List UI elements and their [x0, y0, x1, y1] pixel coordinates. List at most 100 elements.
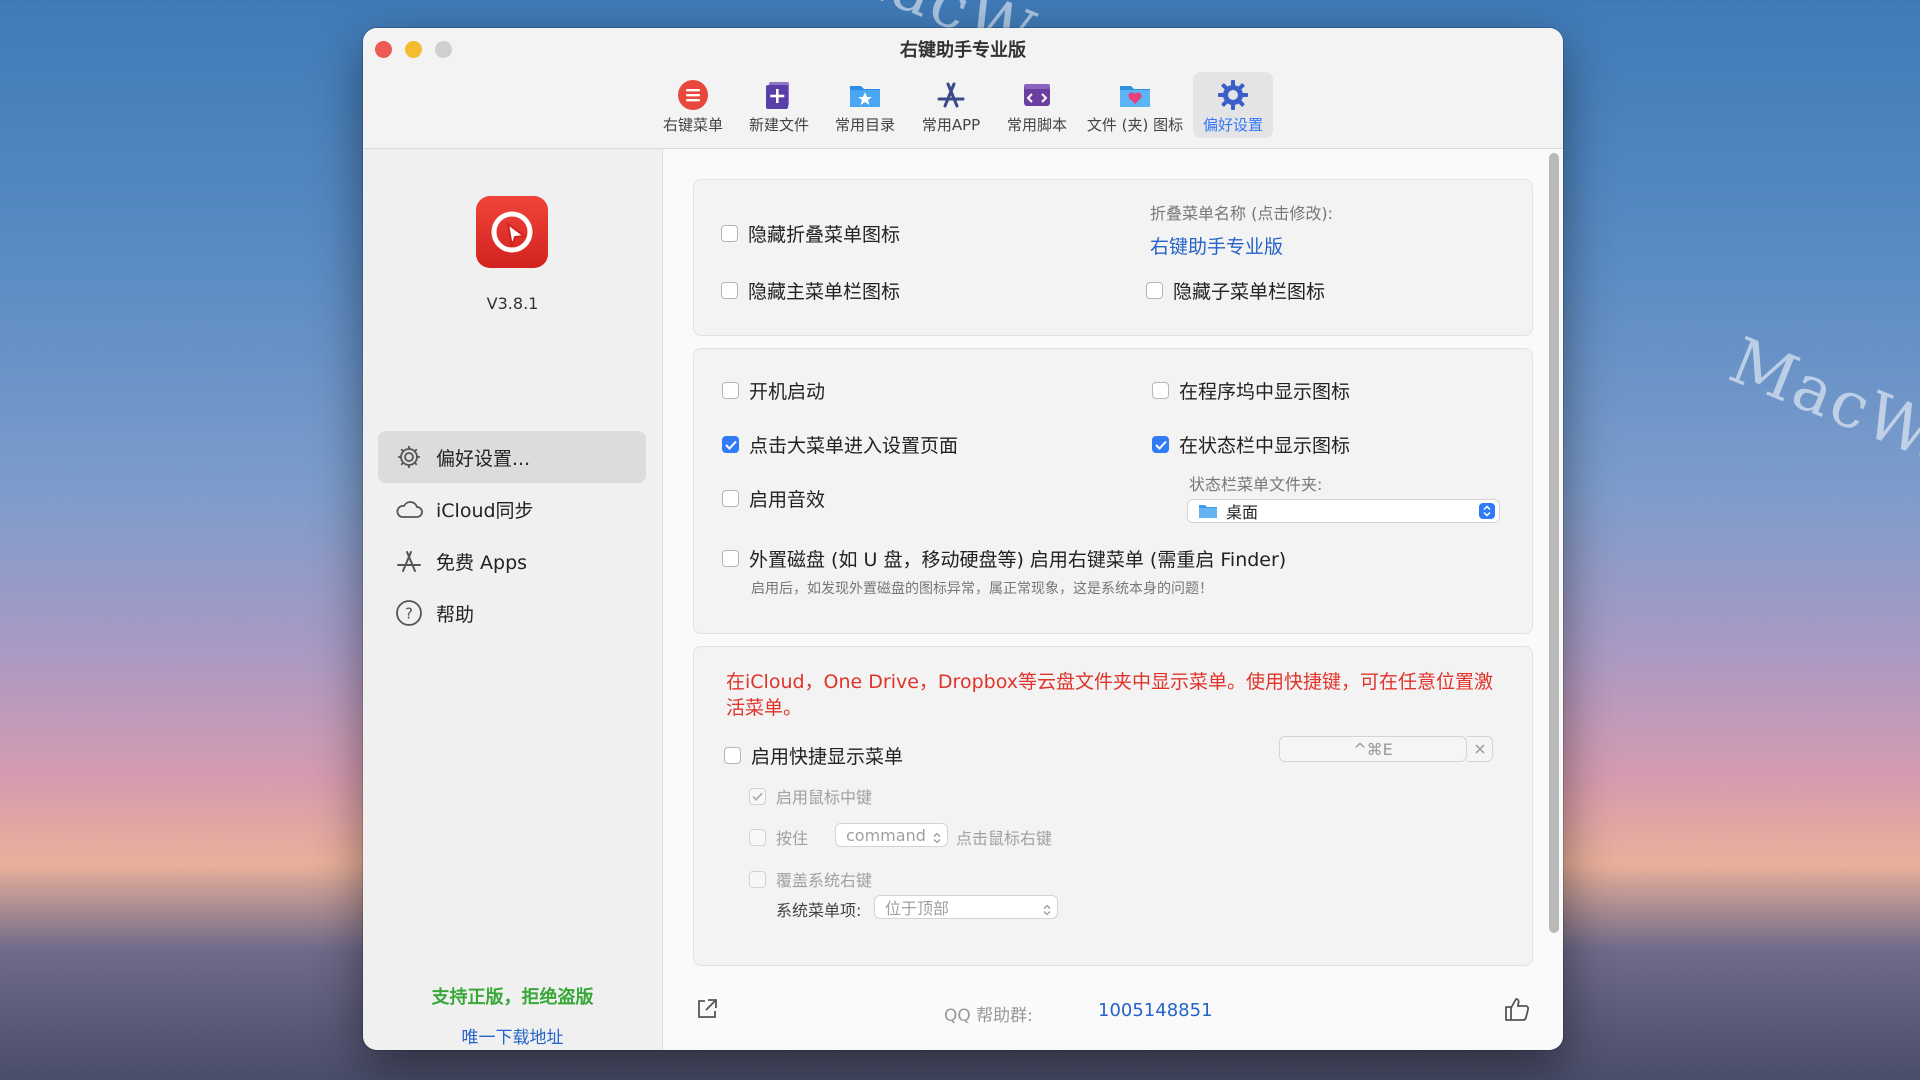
select-value: 位于顶部 [885, 899, 950, 918]
tab-context-menu[interactable]: 右键菜单 [653, 72, 733, 138]
app-logo-icon [476, 196, 548, 268]
download-link[interactable]: 唯一下载地址 [363, 1023, 662, 1048]
thumbs-up-icon [1505, 998, 1530, 1021]
tab-folder-icons[interactable]: 文件 (夹) 图标 [1083, 72, 1187, 138]
statusbar-folder-label: 状态栏菜单文件夹: [1189, 475, 1323, 494]
shortcut-value: ^⌘E [1353, 739, 1393, 759]
enable-shortcut-option[interactable]: 启用快捷显示菜单 [724, 742, 903, 769]
folder-icon [1198, 503, 1218, 519]
show-in-statusbar-option[interactable]: 在状态栏中显示图标 [1152, 431, 1350, 458]
override-right-click-option[interactable]: 覆盖系统右键 [749, 867, 872, 891]
click-big-menu-option[interactable]: 点击大菜单进入设置页面 [722, 431, 958, 458]
toolbar: 右键菜单 新建文件 常用目录 常用APP 常用脚本 文件 (夹) 图标 偏好设置 [363, 72, 1563, 144]
external-disk-note: 启用后，如发现外置磁盘的图标异常，属正常现象，这是系统本身的问题！ [751, 581, 1213, 597]
show-in-dock-option[interactable]: 在程序坞中显示图标 [1152, 377, 1350, 404]
qq-group-number[interactable]: 1005148851 [1098, 1000, 1213, 1021]
footer: QQ 帮助群: 1005148851 [663, 989, 1563, 1029]
select-value: 桌面 [1226, 503, 1259, 522]
tab-common-scripts[interactable]: 常用脚本 [997, 72, 1077, 138]
select-value: command [846, 825, 926, 845]
hide-fold-menu-icon-checkbox[interactable] [721, 225, 738, 242]
option-label: 开机启动 [749, 381, 826, 403]
fold-menu-name-link[interactable]: 右键助手专业版 [1150, 232, 1283, 259]
app-store-icon [394, 546, 424, 576]
external-disk-checkbox[interactable] [722, 550, 739, 567]
hold-key-option[interactable]: 按住 [749, 825, 808, 849]
sidebar-item-preferences[interactable]: 偏好设置... [378, 431, 646, 483]
enable-middle-click-checkbox[interactable] [749, 787, 766, 805]
hide-main-menubar-icon-checkbox[interactable] [721, 282, 738, 299]
option-label: 在程序坞中显示图标 [1179, 381, 1351, 403]
option-label: 点击大菜单进入设置页面 [749, 435, 959, 457]
tab-preferences[interactable]: 偏好设置 [1193, 72, 1273, 138]
star-folder-icon [847, 78, 883, 112]
select-arrows-icon [1479, 503, 1495, 519]
tab-common-folders[interactable]: 常用目录 [825, 72, 905, 138]
hold-key-select[interactable]: command [835, 823, 948, 847]
tab-new-file[interactable]: 新建文件 [739, 72, 819, 138]
close-icon [1475, 744, 1484, 754]
hide-sub-menubar-icon-option[interactable]: 隐藏子菜单栏图标 [1146, 277, 1325, 304]
tab-label: 新建文件 [748, 116, 809, 134]
option-label: 隐藏主菜单栏图标 [748, 281, 901, 303]
preferences-content: 隐藏折叠菜单图标 折叠菜单名称 (点击修改): 右键助手专业版 隐藏主菜单栏图标… [663, 149, 1563, 1050]
sidebar-item-icloud-sync[interactable]: iCloud同步 [378, 483, 646, 535]
menu-icon-settings-group: 隐藏折叠菜单图标 折叠菜单名称 (点击修改): 右键助手专业版 隐藏主菜单栏图标… [693, 179, 1533, 336]
enable-sound-option[interactable]: 启用音效 [722, 485, 825, 512]
tab-label: 右键菜单 [662, 116, 723, 134]
sidebar-item-label: 免费 Apps [436, 551, 528, 574]
hide-fold-menu-icon-option[interactable]: 隐藏折叠菜单图标 [721, 220, 900, 247]
select-arrows-icon [1043, 901, 1051, 920]
titlebar: 右键助手专业版 右键菜单 新建文件 常用目录 常用APP 常用脚本 文件 (夹)… [363, 28, 1563, 149]
sidebar-item-free-apps[interactable]: 免费 Apps [378, 535, 646, 587]
system-menu-item-select[interactable]: 位于顶部 [874, 895, 1058, 919]
cloud-shortcut-notice: 在iCloud，One Drive，Dropbox等云盘文件夹中显示菜单。使用快… [726, 671, 1493, 719]
sidebar-item-label: 帮助 [436, 603, 475, 626]
launch-at-login-option[interactable]: 开机启动 [722, 377, 825, 404]
override-right-click-checkbox[interactable] [749, 870, 766, 888]
scrollbar[interactable] [1549, 153, 1559, 933]
external-disk-option[interactable]: 外置磁盘 (如 U 盘，移动硬盘等) 启用右键菜单 (需重启 Finder) [722, 545, 1286, 572]
clear-shortcut-button[interactable] [1467, 736, 1493, 762]
tab-label: 常用APP [921, 116, 981, 134]
share-button[interactable] [695, 997, 719, 1025]
option-label: 覆盖系统右键 [776, 871, 873, 890]
enable-shortcut-checkbox[interactable] [724, 747, 741, 764]
app-store-icon [933, 78, 969, 112]
app-window: 右键助手专业版 右键菜单 新建文件 常用目录 常用APP 常用脚本 文件 (夹)… [363, 28, 1563, 1050]
option-label: 启用快捷显示菜单 [751, 746, 904, 768]
statusbar-folder-select[interactable]: 桌面 [1187, 499, 1500, 523]
sidebar-item-label: iCloud同步 [436, 499, 534, 522]
gear-icon [1215, 78, 1251, 112]
option-label: 启用鼠标中键 [776, 788, 873, 807]
show-in-statusbar-checkbox[interactable] [1152, 436, 1169, 453]
support-genuine-text: 支持正版，拒绝盗版 [431, 987, 594, 1008]
enable-middle-click-option[interactable]: 启用鼠标中键 [749, 784, 872, 808]
like-button[interactable] [1503, 995, 1531, 1027]
watermark: MacW.com [1719, 324, 1920, 530]
sidebar: V3.8.1 偏好设置... iCloud同步 免费 Apps ? 帮助 支持正… [363, 149, 663, 1050]
click-big-menu-checkbox[interactable] [722, 436, 739, 453]
sidebar-item-label: 偏好设置... [436, 447, 531, 470]
launch-at-login-checkbox[interactable] [722, 382, 739, 399]
hide-sub-menubar-icon-checkbox[interactable] [1146, 282, 1163, 299]
tab-common-apps[interactable]: 常用APP [911, 72, 991, 138]
svg-text:?: ? [405, 605, 413, 623]
tab-label: 偏好设置 [1202, 116, 1263, 134]
hide-main-menubar-icon-option[interactable]: 隐藏主菜单栏图标 [721, 277, 900, 304]
show-in-dock-checkbox[interactable] [1152, 382, 1169, 399]
tab-label: 常用目录 [834, 116, 895, 134]
gear-icon [394, 442, 424, 472]
system-menu-item-label: 系统菜单项: [776, 901, 862, 920]
tab-label: 文件 (夹) 图标 [1086, 116, 1184, 134]
enable-sound-checkbox[interactable] [722, 490, 739, 507]
shortcut-recorder-field[interactable]: ^⌘E [1279, 736, 1467, 762]
option-label: 隐藏折叠菜单图标 [748, 224, 901, 246]
option-label: 外置磁盘 (如 U 盘，移动硬盘等) 启用右键菜单 (需重启 Finder) [749, 549, 1287, 571]
hold-key-checkbox[interactable] [749, 828, 766, 846]
sidebar-item-help[interactable]: ? 帮助 [378, 587, 646, 639]
fold-menu-name-label: 折叠菜单名称 (点击修改): [1150, 204, 1333, 223]
option-label: 隐藏子菜单栏图标 [1173, 281, 1326, 303]
option-label: 在状态栏中显示图标 [1179, 435, 1351, 457]
list-icon [675, 78, 711, 112]
